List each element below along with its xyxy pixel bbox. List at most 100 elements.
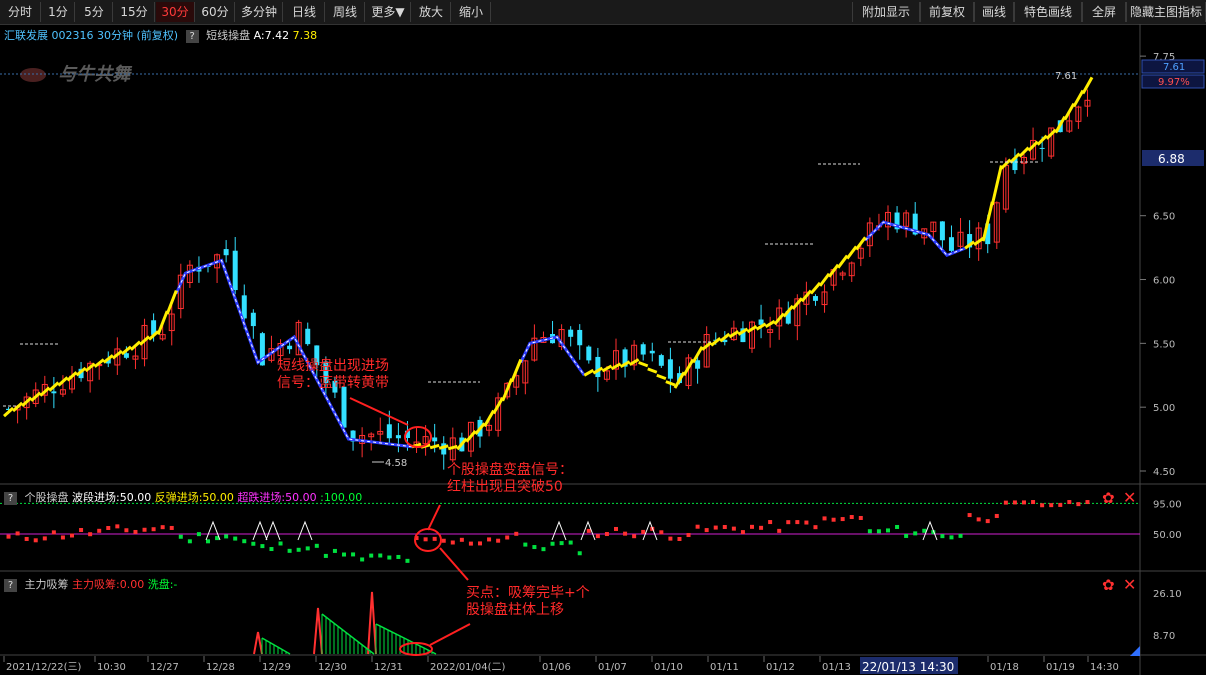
- panel2-dot: [97, 528, 102, 533]
- panel3-l2: 洗盘:-: [147, 578, 178, 591]
- cursor-price-label: 6.88: [1158, 152, 1185, 166]
- panel3-close-icon[interactable]: ✕: [1123, 575, 1136, 594]
- time-tick: 01/10: [654, 662, 683, 673]
- panel2-dot: [795, 520, 800, 525]
- time-tick: 12/28: [206, 662, 235, 673]
- candle-body: [51, 391, 57, 394]
- panel2-signal-marker: [551, 520, 567, 541]
- kline-chart[interactable]: 7.756.506.005.505.004.507.619.97%6.887.6…: [0, 0, 1206, 675]
- panel2-close-icon[interactable]: ✕: [1123, 488, 1136, 507]
- price-tick: 5.50: [1153, 339, 1175, 350]
- panel2-dot: [351, 552, 356, 557]
- panel2-dot: [1031, 500, 1036, 505]
- panel2-l2: 反弹进场:50.00: [154, 491, 234, 504]
- panel2-dot: [940, 534, 945, 539]
- scroll-corner-icon: [1130, 646, 1140, 656]
- candle-body: [658, 355, 664, 366]
- panel3-settings-icon[interactable]: ✿: [1102, 576, 1115, 594]
- candle-body: [649, 350, 655, 354]
- candle-body: [223, 249, 229, 256]
- trend-band-yellow-seg: [656, 373, 667, 381]
- panel2-dot: [677, 536, 682, 541]
- trend-band-yellow-seg: [990, 165, 1003, 206]
- panel3-name[interactable]: 主力吸筹: [25, 578, 69, 591]
- panel2-dot: [740, 530, 745, 535]
- panel2-tick: 95.00: [1153, 499, 1182, 510]
- panel3-tick: 26.10: [1153, 589, 1182, 600]
- panel2-dot: [396, 554, 401, 559]
- trend-band-blue-dash: [175, 259, 413, 448]
- trend-band-yellow-seg: [1072, 89, 1085, 108]
- panel2-dot: [151, 527, 156, 532]
- panel2-dot: [1085, 500, 1090, 505]
- candle-body: [695, 360, 701, 369]
- panel3-tick: 8.70: [1153, 631, 1175, 642]
- candle-body: [305, 328, 311, 345]
- panel2-dot: [314, 543, 319, 548]
- time-tick: 01/06: [542, 662, 571, 673]
- candle-body: [1039, 147, 1045, 149]
- panel2-dot: [904, 533, 909, 538]
- panel2-dot: [224, 534, 229, 539]
- candle-body: [640, 344, 646, 355]
- annotation-entry-signal: 短线操盘出现进场 信号：蓝带转黄带: [277, 358, 389, 392]
- price-tick: 4.50: [1153, 467, 1175, 478]
- panel2-dot: [178, 534, 183, 539]
- panel2-dot: [577, 551, 582, 556]
- last-price-label: 7.61: [1163, 62, 1185, 73]
- panel2-dot: [659, 530, 664, 535]
- panel2-dot: [342, 552, 346, 557]
- panel2-dot: [51, 530, 56, 535]
- panel2-dot: [840, 517, 845, 522]
- panel2-dot: [432, 536, 437, 541]
- panel2-dot: [88, 532, 93, 537]
- panel2-dot: [106, 526, 111, 531]
- panel2-dot: [187, 539, 192, 544]
- panel2-dot: [369, 553, 374, 558]
- panel2-dot: [1003, 500, 1008, 505]
- panel2-dot: [478, 541, 482, 546]
- candle-body: [341, 386, 347, 428]
- panel2-dot: [450, 540, 455, 545]
- panel2-name[interactable]: 个股操盘: [25, 491, 69, 504]
- panel2-signal-marker: [265, 520, 281, 541]
- panel2-settings-icon[interactable]: ✿: [1102, 489, 1115, 507]
- panel3-spike: [367, 591, 377, 655]
- annotation-buy-line2: 股操盘柱体上移: [466, 602, 564, 618]
- panel2-dot: [532, 545, 537, 550]
- panel2-dot: [994, 513, 999, 518]
- panel2-dot: [1022, 500, 1026, 505]
- panel3-help-button[interactable]: ?: [4, 579, 17, 592]
- price-tick: 6.00: [1153, 276, 1175, 287]
- annotation-change-signal: 个股操盘变盘信号： 红柱出现且突破50: [447, 462, 573, 496]
- panel2-dot: [523, 542, 528, 547]
- panel2-dot: [604, 532, 609, 537]
- time-tick: 01/18: [990, 662, 1019, 673]
- panel2-dot: [242, 539, 247, 544]
- panel2-dot: [849, 515, 854, 520]
- panel2-dot: [33, 538, 38, 543]
- panel2-dot: [514, 531, 519, 536]
- annotation-arrow-4: [429, 623, 471, 646]
- panel2-dot: [332, 548, 337, 553]
- time-tick: 01/13: [822, 662, 851, 673]
- trend-band-yellow-seg: [438, 444, 449, 450]
- panel2-dot: [1067, 500, 1072, 505]
- panel2-dot: [768, 520, 773, 525]
- panel2-dot: [206, 539, 210, 544]
- panel2-dot: [1049, 503, 1054, 508]
- panel2-dot: [1012, 500, 1017, 505]
- panel2-dot: [985, 519, 990, 524]
- panel2-dot: [160, 525, 165, 530]
- panel2-l4: :100.00: [320, 491, 363, 504]
- panel2-dot: [614, 526, 618, 531]
- panel2-signal-marker: [297, 520, 313, 541]
- panel2-dot: [378, 553, 383, 558]
- panel2-dot: [296, 547, 301, 552]
- panel2-dot: [15, 531, 20, 536]
- annotation-buy-point: 买点：吸筹完毕+个 股操盘柱体上移: [466, 585, 590, 619]
- trend-band-yellow-seg: [809, 281, 822, 295]
- panel2-help-button[interactable]: ?: [4, 492, 17, 505]
- panel2-dot: [858, 515, 863, 520]
- panel2-dot: [731, 526, 736, 531]
